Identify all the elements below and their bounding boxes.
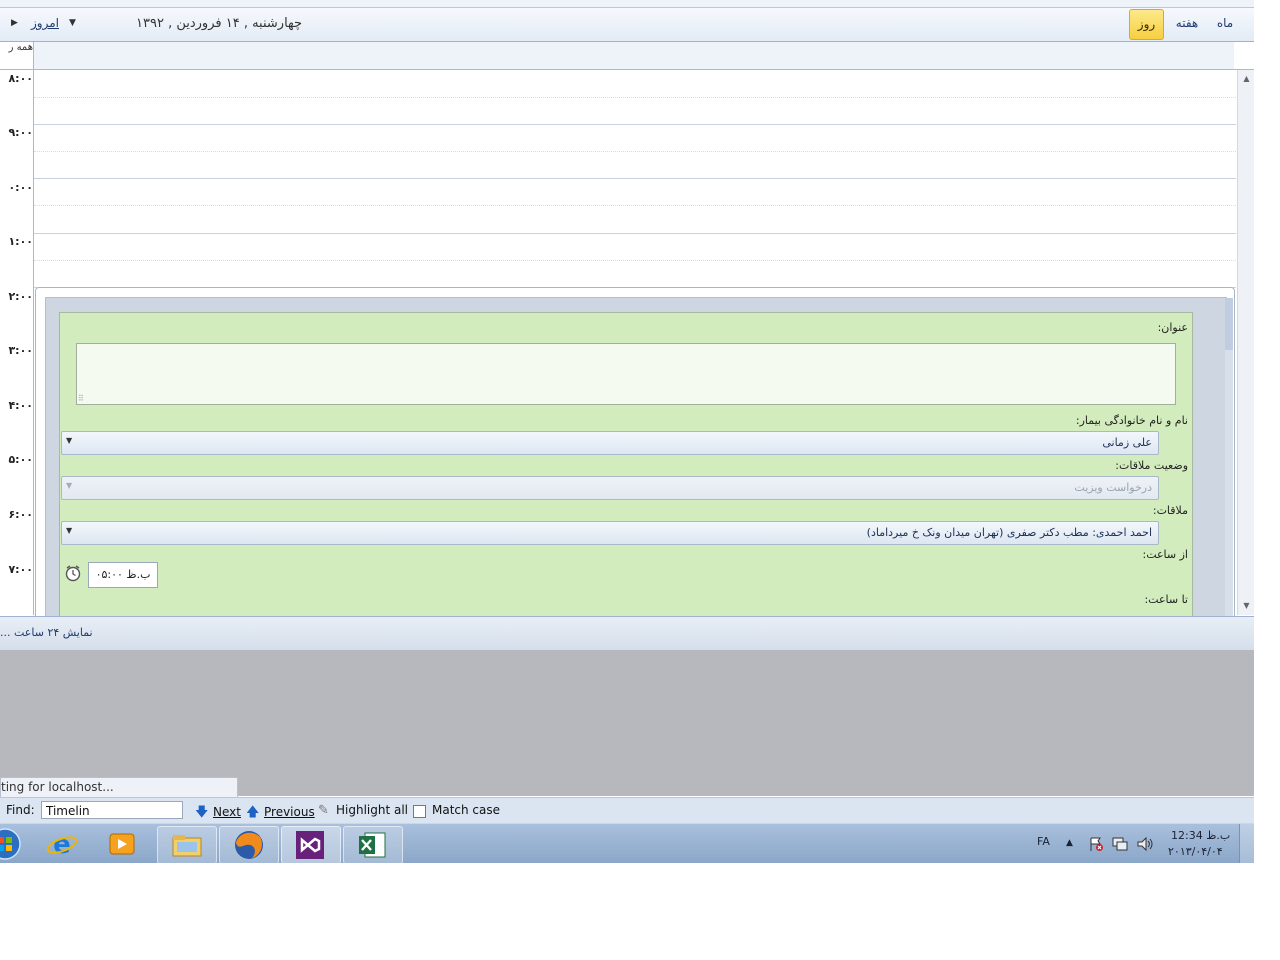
all-day-label-text: همه ر [8, 42, 33, 53]
all-day-label: همه ر [0, 42, 34, 69]
visual-studio-icon [296, 831, 324, 859]
app-window: ▶ امروز ▼ چهارشنبه , ۱۴ فروردین , ۱۳۹۲ ر… [0, 0, 1254, 863]
view-month-button[interactable]: ماه [1210, 9, 1240, 38]
find-previous-label: Previous [264, 805, 315, 819]
view-day-button[interactable]: روز [1129, 9, 1164, 40]
time-label: ۲:۰۰ [8, 290, 33, 303]
all-day-row: همه ر [0, 42, 1254, 70]
grid-half-line [34, 260, 1236, 261]
action-center-flag-icon[interactable] [1088, 836, 1104, 852]
from-time-label: از ساعت: [1142, 548, 1188, 561]
taskbar-explorer-button[interactable] [157, 826, 217, 863]
clock-time[interactable]: ب.ظ 12:34 [1171, 829, 1230, 842]
match-case-checkbox[interactable] [413, 805, 426, 818]
find-previous-button[interactable]: 🡅 Previous [246, 803, 315, 825]
resize-grip-icon[interactable]: ⠿ [78, 394, 84, 403]
grid-half-line [34, 205, 1236, 206]
grid-scrollbar[interactable]: ▲ ▼ [1237, 70, 1254, 615]
grid-hour-line [34, 124, 1236, 125]
clock-date[interactable]: ۲۰۱۳/۰۴/۰۴ [1168, 845, 1223, 858]
chevron-down-icon[interactable]: ▼ [66, 436, 72, 445]
highlight-all-label: Highlight all [336, 803, 409, 817]
appointment-combo[interactable]: احمد احمدی: مطب دکتر صفری (تهران میدان و… [61, 521, 1159, 545]
appointment-form: عنوان: ⠿ نام و نام خانوادگی بیمار: علی ز… [59, 312, 1193, 618]
next-day-arrow-icon[interactable]: ▶ [11, 18, 18, 28]
find-label: Find: [6, 803, 35, 817]
appointment-combo-value: احمد احمدی: مطب دکتر صفری (تهران میدان و… [866, 526, 1152, 539]
taskbar-firefox-button[interactable] [219, 826, 279, 863]
arrow-down-icon: 🡇 [195, 805, 209, 820]
find-next-label: Next [213, 805, 241, 819]
highlighter-pen-icon: ✎ [318, 803, 329, 818]
title-textarea[interactable]: ⠿ [76, 343, 1176, 405]
calendar-footer: ... نمایش ۲۴ ساعت [0, 616, 1254, 651]
status-combo-value: درخواست ویزیت [1074, 481, 1152, 494]
match-case-label[interactable]: Match case [432, 803, 500, 817]
arrow-up-icon: 🡅 [246, 805, 260, 820]
appointment-label: ملاقات: [1152, 504, 1188, 517]
highlight-all-button[interactable]: ✎ Highlight all [318, 803, 408, 818]
windows-taskbar: e FA ▲ ب.ظ 12:34 ۲۰۱۳/۰۴/۰۴ [0, 823, 1254, 863]
dialog-scroll-thumb[interactable] [1225, 298, 1233, 350]
time-label: ۹:۰۰ [8, 126, 33, 139]
appointment-dialog: عنوان: ⠿ نام و نام خانوادگی بیمار: علی ز… [35, 287, 1235, 619]
time-column: ۸:۰۰ ۹:۰۰ ۰:۰۰ ۱:۰۰ ۲:۰۰ ۳:۰۰ ۴:۰۰ ۵:۰۰ … [0, 70, 34, 615]
status-label: وضعیت ملاقات: [1115, 459, 1188, 472]
patient-label: نام و نام خانوادگی بیمار: [1075, 414, 1188, 427]
date-dropdown-chevron-icon[interactable]: ▼ [69, 18, 76, 28]
scroll-up-icon[interactable]: ▲ [1238, 74, 1254, 83]
all-day-band[interactable] [34, 42, 1234, 69]
title-label: عنوان: [1157, 321, 1188, 334]
chevron-down-icon[interactable]: ▼ [66, 481, 72, 490]
show-desktop-button[interactable] [1239, 824, 1254, 863]
alarm-clock-icon[interactable] [64, 564, 82, 582]
media-player-icon[interactable] [108, 831, 138, 857]
find-bar: Find: Timelin 🡇 Next 🡅 Previous ✎ Highlight… [0, 797, 1254, 824]
grid-half-line [34, 151, 1236, 152]
grid-hour-line [34, 178, 1236, 179]
to-time-label: تا ساعت: [1144, 593, 1188, 606]
page-background [0, 650, 1254, 796]
view-week-button[interactable]: هفته [1168, 9, 1206, 38]
from-time-input[interactable]: ۰۵:۰۰ ب.ظ [88, 562, 158, 588]
show-24-hours-link[interactable]: ... نمایش ۲۴ ساعت [0, 626, 93, 639]
time-label: ۴:۰۰ [8, 399, 33, 412]
browser-status-bar: ting for localhost... [0, 777, 238, 798]
internet-explorer-icon[interactable]: e [46, 829, 78, 859]
grid-half-line [34, 97, 1236, 98]
time-label: ۵:۰۰ [8, 453, 33, 466]
network-icon[interactable] [1111, 836, 1129, 852]
find-next-button[interactable]: 🡇 Next [195, 803, 241, 825]
excel-icon [359, 832, 386, 858]
status-text: ting for localhost... [1, 780, 114, 794]
show-hidden-icons-icon[interactable]: ▲ [1066, 838, 1073, 848]
status-combo[interactable]: درخواست ویزیت ▼ [61, 476, 1159, 500]
taskbar-visual-studio-button[interactable] [281, 826, 341, 863]
volume-icon[interactable] [1136, 836, 1154, 852]
today-link[interactable]: امروز [31, 16, 59, 30]
current-date-title: چهارشنبه , ۱۴ فروردین , ۱۳۹۲ [136, 16, 303, 31]
scroll-down-icon[interactable]: ▼ [1238, 601, 1254, 610]
svg-text:e: e [53, 830, 71, 859]
time-label: ۶:۰۰ [8, 508, 33, 521]
calendar-header: ▶ امروز ▼ چهارشنبه , ۱۴ فروردین , ۱۳۹۲ ر… [0, 8, 1254, 42]
folder-icon [172, 835, 202, 857]
patient-combo-value: علی زمانی [1102, 436, 1152, 449]
time-label: ۷:۰۰ [8, 563, 33, 576]
start-orb-icon[interactable] [0, 827, 22, 861]
grid-hour-line [34, 233, 1236, 234]
chevron-down-icon[interactable]: ▼ [66, 526, 72, 535]
firefox-icon [235, 831, 263, 859]
top-border [0, 0, 1254, 8]
find-input[interactable]: Timelin [41, 801, 183, 819]
time-label: ۳:۰۰ [8, 344, 33, 357]
time-label: ۰:۰۰ [8, 181, 33, 194]
patient-combo[interactable]: علی زمانی ▼ [61, 431, 1159, 455]
time-label: ۱:۰۰ [8, 235, 33, 248]
time-label: ۸:۰۰ [8, 72, 33, 85]
dialog-scrollbar[interactable] [1225, 298, 1233, 618]
language-indicator[interactable]: FA [1037, 835, 1050, 848]
taskbar-excel-button[interactable] [343, 826, 403, 863]
